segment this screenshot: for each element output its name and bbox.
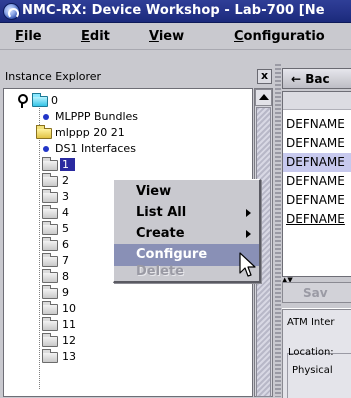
menu-file[interactable]: File xyxy=(15,29,42,44)
folder-icon xyxy=(42,189,58,203)
folder-icon xyxy=(42,285,58,299)
tree-node-ds1-item[interactable]: 11 xyxy=(4,317,244,333)
menu-file-rest: ile xyxy=(23,29,42,44)
tree-node-label: DS1 Interfaces xyxy=(55,142,136,155)
folder-icon xyxy=(42,333,58,347)
submenu-arrow-icon xyxy=(246,230,251,238)
menu-view-rest: iew xyxy=(158,29,185,44)
tab-atm-interface[interactable]: ATM Inter xyxy=(282,309,351,335)
folder-icon xyxy=(42,237,58,251)
tree-node-label: 10 xyxy=(62,302,76,315)
tree-node-mlppp-20-21[interactable]: mlppp 20 21 xyxy=(4,125,244,141)
folder-icon xyxy=(42,157,58,171)
menu-bar: File Edit View Configuratio xyxy=(0,23,351,50)
context-menu-view[interactable]: View xyxy=(114,181,259,203)
menu-configuration[interactable]: Configuratio xyxy=(234,29,325,44)
tree-node-label-selected: 1 xyxy=(60,158,75,171)
tree-node-ds1-item[interactable]: 13 xyxy=(4,349,244,365)
menu-view[interactable]: View xyxy=(149,29,184,44)
mouse-pointer-icon xyxy=(239,252,256,277)
folder-icon xyxy=(42,301,58,315)
list-item[interactable]: DEFNAME xyxy=(283,134,351,153)
folder-icon xyxy=(42,349,58,363)
tree-node-label: 3 xyxy=(62,190,69,203)
tree-node-label: 11 xyxy=(62,318,76,331)
folder-icon xyxy=(42,173,58,187)
tree-node-ds1-item[interactable]: 1 xyxy=(4,157,244,173)
list-item[interactable]: DEFNAME xyxy=(283,191,351,210)
tree-node-root[interactable]: 0 xyxy=(4,93,244,109)
tree-node-mlppp-bundles[interactable]: MLPPP Bundles xyxy=(4,109,244,125)
tree-node-label: 7 xyxy=(62,254,69,267)
expand-toggle-icon[interactable] xyxy=(16,94,28,108)
bullet-icon xyxy=(43,146,49,152)
tree-node-label: 9 xyxy=(62,286,69,299)
folder-icon xyxy=(42,221,58,235)
tree-node-ds1-item[interactable]: 9 xyxy=(4,285,244,301)
folder-icon xyxy=(42,269,58,283)
instance-list[interactable]: DEFNAME DEFNAME DEFNAME DEFNAME DEFNAME … xyxy=(282,91,351,277)
tree-node-label: MLPPP Bundles xyxy=(55,110,139,123)
tree-node-label: 0 xyxy=(51,94,58,107)
menu-configuration-rest: onfiguratio xyxy=(243,29,325,44)
bullet-icon xyxy=(43,114,49,120)
yellow-folder-icon xyxy=(36,125,52,139)
folder-icon xyxy=(42,205,58,219)
physical-label: Physical xyxy=(292,365,333,376)
scroll-up-arrow-icon[interactable] xyxy=(255,89,272,106)
explorer-header: Instance Explorer x xyxy=(2,68,274,88)
list-item-selected[interactable]: DEFNAME xyxy=(283,153,351,172)
menu-edit[interactable]: Edit xyxy=(81,29,110,44)
back-button[interactable]: ← Bac xyxy=(282,68,351,89)
context-menu-create[interactable]: Create xyxy=(114,223,259,245)
folder-icon xyxy=(42,253,58,267)
details-panel: ← Bac DEFNAME DEFNAME DEFNAME DEFNAME DE… xyxy=(281,64,351,398)
tree-node-label: 6 xyxy=(62,238,69,251)
tree-node-label: 5 xyxy=(62,222,69,235)
title-bar[interactable]: NMC-RX: Device Workshop - Lab-700 [Ne xyxy=(0,0,351,23)
submenu-arrow-icon xyxy=(246,209,251,217)
folder-icon xyxy=(42,317,58,331)
tree-node-label: 13 xyxy=(62,350,76,363)
tab-area: ATM Inter Location: Physical xyxy=(282,308,351,398)
list-header xyxy=(283,92,351,110)
context-menu-list-all[interactable]: List All xyxy=(114,202,259,224)
tree-node-label: 2 xyxy=(62,174,69,187)
location-label: Location: xyxy=(288,347,334,358)
window-title: NMC-RX: Device Workshop - Lab-700 [Ne xyxy=(22,3,325,18)
menu-edit-rest: dit xyxy=(89,29,110,44)
tree-node-label: 8 xyxy=(62,270,69,283)
close-icon[interactable]: x xyxy=(257,69,272,84)
list-item[interactable]: DEFNAME xyxy=(283,210,351,229)
tab-content: Location: Physical xyxy=(282,335,351,398)
app-icon xyxy=(3,3,20,20)
tree-node-label: 4 xyxy=(62,206,69,219)
list-item[interactable]: DEFNAME xyxy=(283,172,351,191)
tree-node-label: mlppp 20 21 xyxy=(55,126,125,139)
list-item[interactable]: DEFNAME xyxy=(283,115,351,134)
save-button: Sav xyxy=(282,282,351,303)
tree-node-label: 12 xyxy=(62,334,76,347)
cyan-folder-icon xyxy=(32,93,48,107)
tree-node-ds1-interfaces[interactable]: DS1 Interfaces xyxy=(4,141,244,157)
tree-node-ds1-item[interactable]: 10 xyxy=(4,301,244,317)
explorer-title: Instance Explorer xyxy=(5,70,102,83)
tree-node-ds1-item[interactable]: 12 xyxy=(4,333,244,349)
